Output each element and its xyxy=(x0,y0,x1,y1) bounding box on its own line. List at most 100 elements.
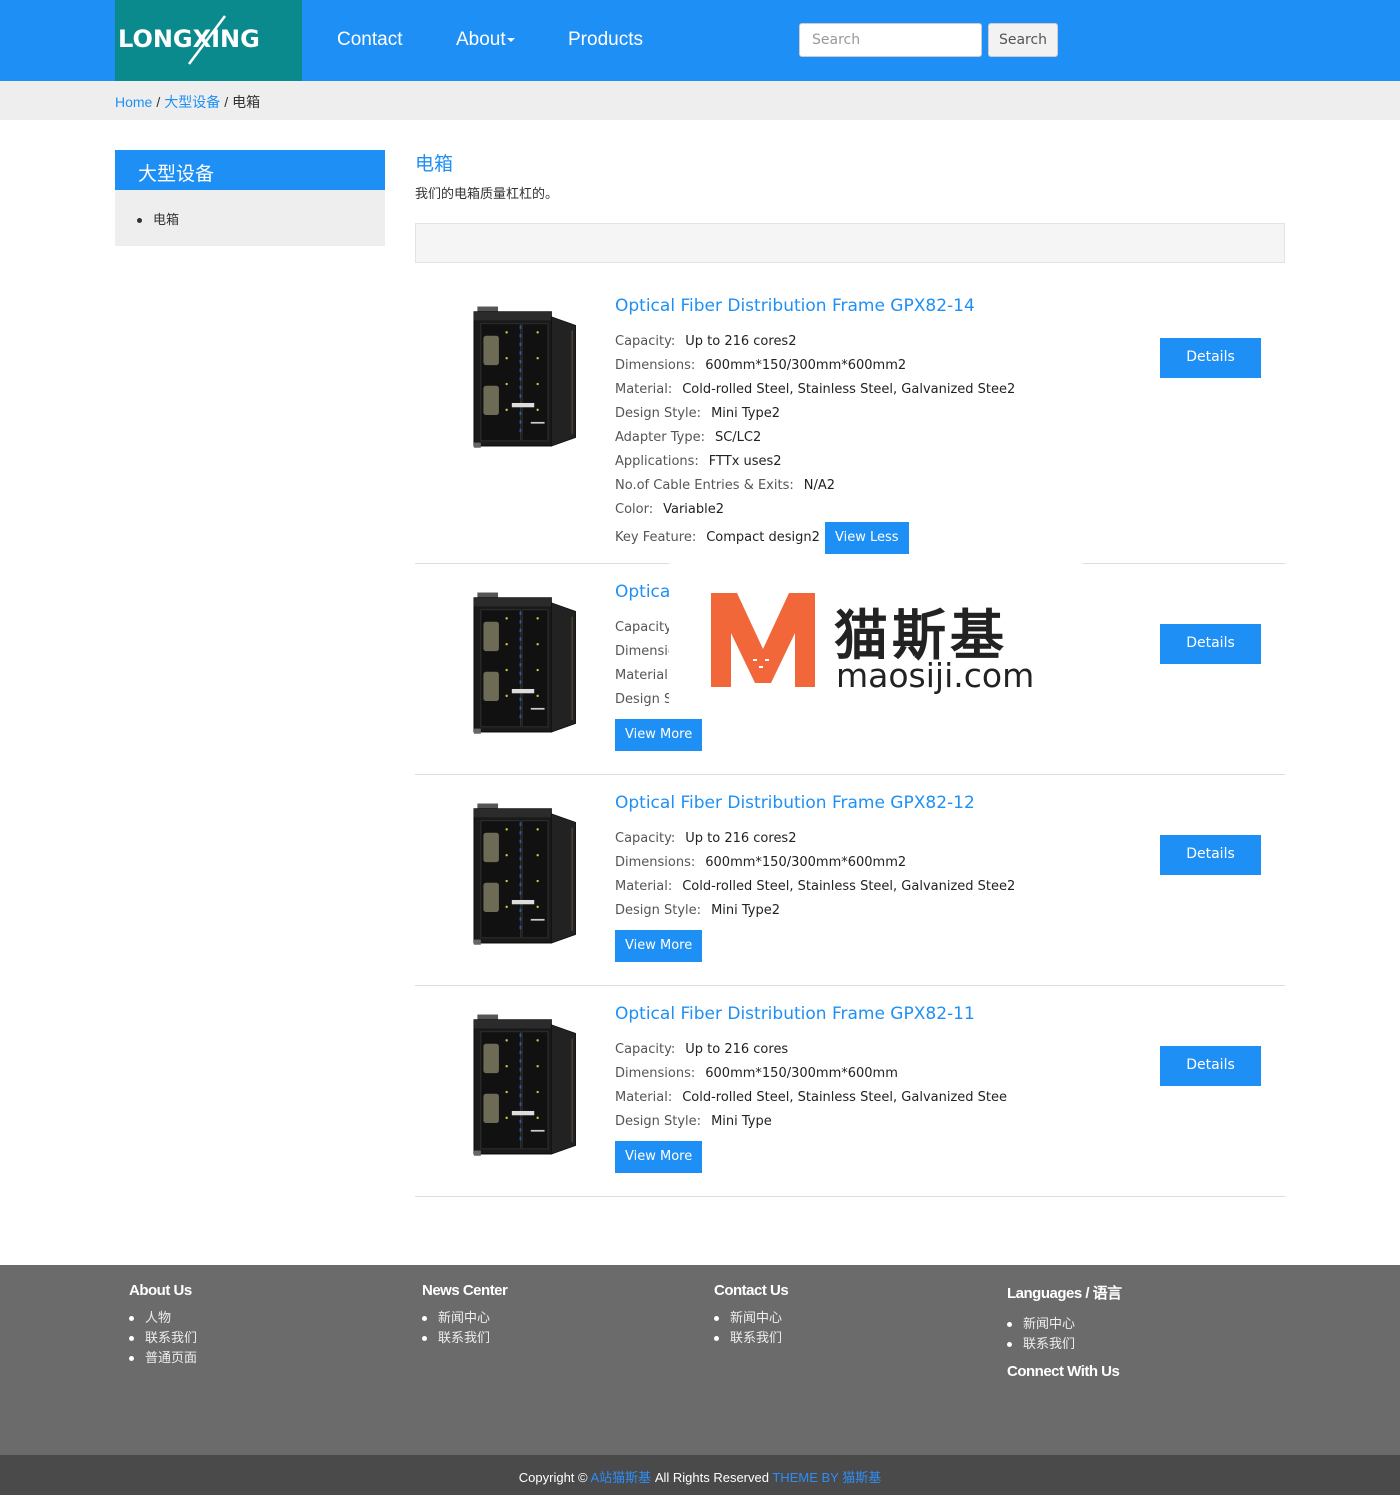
footer-list: 新闻中心 联系我们 xyxy=(422,1307,507,1347)
spec-key: Capacity: xyxy=(615,620,676,635)
spec-key: Dimensions: xyxy=(615,358,696,373)
product-image[interactable] xyxy=(455,1004,579,1168)
view-more-button[interactable]: View More xyxy=(615,1141,703,1173)
breadcrumb-home[interactable]: Home xyxy=(115,94,152,110)
footer-heading: Contact Us xyxy=(714,1282,789,1299)
breadcrumb: Home / 大型设备 / 电箱 xyxy=(115,92,260,112)
footer-link[interactable]: 人物 xyxy=(129,1307,197,1327)
nav-contact[interactable]: Contact xyxy=(337,29,402,51)
spec-row: Capacity: Up to 216 cores xyxy=(615,1042,788,1057)
spec-value: Up to 216 cores xyxy=(685,1042,789,1057)
spec-value: Up to 216 cores2 xyxy=(685,831,797,846)
footer-column-about: About Us 人物 联系我们 普通页面 xyxy=(129,1282,197,1367)
footer-column-languages: Languages / 语言 新闻中心 联系我们 Connect With Us xyxy=(1007,1282,1122,1380)
spec-value: 600mm*150/300mm*600mm2 xyxy=(705,855,907,870)
spec-key: No.of Cable Entries & Exits: xyxy=(615,478,794,493)
watermark-overlay: 猫斯基 maosiji.com xyxy=(669,563,1083,711)
copyright-link[interactable]: A站猫斯基 xyxy=(591,1470,652,1485)
spec-value: Cold-rolled Steel, Stainless Steel, Galv… xyxy=(682,382,1016,397)
search-button[interactable]: Search xyxy=(988,23,1058,57)
spec-row: Dimensions: 600mm*150/300mm*600mm2 xyxy=(615,855,906,870)
nav-about-label: About xyxy=(456,29,506,50)
footer-list: 人物 联系我们 普通页面 xyxy=(129,1307,197,1367)
spec-row: Material: Cold-rolled Steel, Stainless St… xyxy=(615,879,1015,894)
nav-products[interactable]: Products xyxy=(568,29,643,51)
breadcrumb-current: 电箱 xyxy=(232,94,261,110)
copyright-rights: All Rights Reserved xyxy=(654,1470,769,1485)
details-button[interactable]: Details xyxy=(1160,338,1261,378)
spec-value: Up to 216 cores2 xyxy=(685,334,797,349)
footer-link[interactable]: 普通页面 xyxy=(129,1347,197,1367)
product-title[interactable]: Optical Fiber Distribution Frame GPX82-1… xyxy=(615,1004,975,1024)
spec-key: Material: xyxy=(615,1090,673,1105)
category-description: 我们的电箱质量杠杠的。 xyxy=(415,186,559,201)
footer-link[interactable]: 联系我们 xyxy=(714,1327,788,1347)
site-logo[interactable]: LONGXING xyxy=(115,0,302,81)
footer-link[interactable]: 新闻中心 xyxy=(422,1307,507,1327)
spec-key: Material: xyxy=(615,668,673,683)
footer-link[interactable]: 新闻中心 xyxy=(1007,1313,1122,1333)
spec-value: Variable2 xyxy=(663,502,724,517)
spec-key: Key Feature: xyxy=(615,530,697,545)
spec-row: Key Feature: Compact design2 xyxy=(615,530,820,545)
spec-row: Dimensions: 600mm*150/300mm*600mm xyxy=(615,1066,898,1081)
theme-by-link[interactable]: THEME BY 猫斯基 xyxy=(772,1470,881,1485)
spec-row: Dimensions: 600mm*150/300mm*600mm2 xyxy=(615,358,906,373)
footer-link[interactable]: 新闻中心 xyxy=(714,1307,788,1327)
product-image[interactable] xyxy=(455,296,579,460)
product-image[interactable] xyxy=(455,793,579,957)
product-title[interactable]: Optical Fiber Distribution Frame GPX82-1… xyxy=(615,793,975,813)
footer-column-news: News Center 新闻中心 联系我们 xyxy=(422,1282,508,1347)
view-more-button[interactable]: View More xyxy=(615,930,703,962)
breadcrumb-separator: / xyxy=(224,94,229,110)
spec-value: FTTx uses2 xyxy=(708,454,782,469)
theme-author: 猫斯基 xyxy=(842,1470,882,1485)
details-button[interactable]: Details xyxy=(1160,835,1261,875)
spec-row: Design Style: Mini Type2 xyxy=(615,406,780,421)
filter-bar xyxy=(415,223,1285,263)
search-input[interactable] xyxy=(799,23,982,57)
spec-row: Adapter Type: SC/LC2 xyxy=(615,430,761,445)
spec-value: Compact design2 xyxy=(706,530,820,545)
sidebar-title: 大型设备 xyxy=(115,150,385,190)
spec-key: Design Style: xyxy=(615,1114,702,1129)
spec-key: Adapter Type: xyxy=(615,430,705,445)
spec-key: Color: xyxy=(615,502,654,517)
spec-row: Color: Variable2 xyxy=(615,502,724,517)
spec-row: Material: Cold-rolled Steel, Stainless St… xyxy=(615,382,1015,397)
spec-key: Applications: xyxy=(615,454,699,469)
spec-key: Dimensions: xyxy=(615,1066,696,1081)
spec-key: Capacity: xyxy=(615,1042,676,1057)
view-less-button[interactable]: View Less xyxy=(825,522,909,554)
footer-link[interactable]: 联系我们 xyxy=(422,1327,507,1347)
spec-key: Capacity: xyxy=(615,831,676,846)
footer-heading: About Us xyxy=(129,1282,192,1299)
spec-key: Capacity: xyxy=(615,334,676,349)
spec-value: Cold-rolled Steel, Stainless Steel, Galv… xyxy=(682,879,1016,894)
top-navbar: LONGXING Contact About Products Search xyxy=(0,0,1400,81)
breadcrumb-separator: / xyxy=(156,94,161,110)
details-button[interactable]: Details xyxy=(1160,1046,1261,1086)
details-button[interactable]: Details xyxy=(1160,624,1261,664)
footer-link[interactable]: 联系我们 xyxy=(1007,1333,1122,1353)
view-more-button[interactable]: View More xyxy=(615,719,703,751)
nav-about[interactable]: About xyxy=(456,29,515,51)
footer-column-contact: Contact Us 新闻中心 联系我们 xyxy=(714,1282,789,1347)
spec-row: Design Style: Mini Type xyxy=(615,1114,772,1129)
footer-list: 新闻中心 联系我们 xyxy=(1007,1313,1122,1353)
spec-row: Capacity: Up to 216 cores2 xyxy=(615,334,796,349)
product-image[interactable] xyxy=(455,582,579,746)
theme-by-label: THEME BY xyxy=(772,1470,839,1485)
spec-row: Capacity: Up to 216 cores2 xyxy=(615,831,796,846)
footer-link[interactable]: 联系我们 xyxy=(129,1327,197,1347)
spec-row: Applications: FTTx uses2 xyxy=(615,454,782,469)
bullet-icon xyxy=(137,218,142,224)
spec-row: No.of Cable Entries & Exits: N/A2 xyxy=(615,478,835,493)
sidebar-item-electric-box[interactable]: 电箱 xyxy=(137,209,179,228)
product-item: Optical Fiber Distribution Frame GPX82-1… xyxy=(415,784,1285,986)
spec-value: Mini Type xyxy=(711,1114,772,1129)
spec-key: Material: xyxy=(615,382,673,397)
product-title[interactable]: Optical xyxy=(615,582,675,602)
product-title[interactable]: Optical Fiber Distribution Frame GPX82-1… xyxy=(615,296,975,316)
breadcrumb-parent[interactable]: 大型设备 xyxy=(164,94,220,110)
